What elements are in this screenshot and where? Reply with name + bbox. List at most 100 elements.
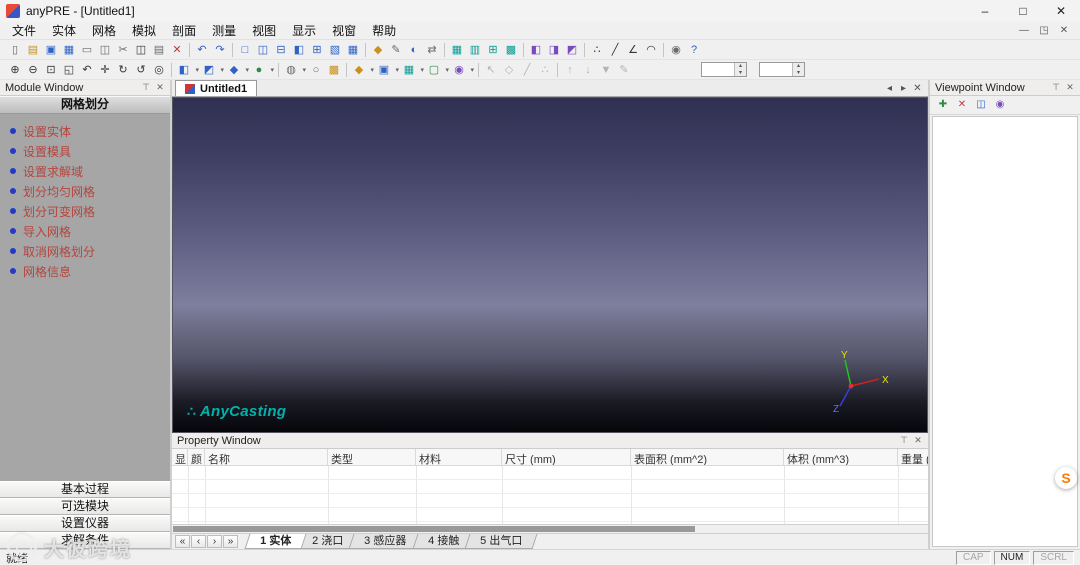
two-view-horizontal-icon[interactable]: ⊟ <box>272 41 290 59</box>
zoom-out-icon[interactable]: ⊖ <box>24 61 42 79</box>
rotate-view-icon[interactable]: ↻ <box>114 61 132 79</box>
tile-windows-icon[interactable]: ▦ <box>344 41 362 59</box>
cut-icon[interactable]: ✂ <box>114 41 132 59</box>
transform-entity-icon[interactable]: ⇄ <box>423 41 441 59</box>
import-mesh-icon[interactable]: ⊞ <box>484 41 502 59</box>
copy-viewpoint-icon[interactable]: ◫ <box>973 97 989 113</box>
four-view-icon[interactable]: ⊞ <box>308 41 326 59</box>
column-header-name[interactable]: 名称 <box>205 449 328 465</box>
filter-icon[interactable]: ▼ <box>597 61 615 79</box>
column-header-type[interactable]: 类型 <box>328 449 416 465</box>
boolean-operation-icon[interactable]: ◐ <box>405 41 423 59</box>
display-mold-icon[interactable]: ▣ <box>375 61 400 79</box>
texture-icon[interactable]: ▩ <box>325 61 343 79</box>
module-item[interactable]: 划分可变网格 <box>0 201 170 221</box>
module-item[interactable]: 设置求解域 <box>0 161 170 181</box>
menu-item[interactable]: 网格 <box>84 22 124 40</box>
zoom-extents-icon[interactable]: ◱ <box>60 61 78 79</box>
overlay-s-badge[interactable]: S <box>1055 467 1077 489</box>
zoom-window-icon[interactable]: ⊡ <box>42 61 60 79</box>
pin-icon[interactable]: ⊤ <box>1049 82 1063 93</box>
next-tab-button[interactable]: › <box>207 535 222 548</box>
single-view-icon[interactable]: □ <box>236 41 254 59</box>
select-face-icon[interactable]: ◇ <box>500 61 518 79</box>
section-x-icon[interactable]: ◧ <box>527 41 545 59</box>
edit-entity-icon[interactable]: ✎ <box>387 41 405 59</box>
module-item[interactable]: 取消网格划分 <box>0 241 170 261</box>
select-vertex-icon[interactable]: ∴ <box>536 61 554 79</box>
menu-item[interactable]: 视图 <box>244 22 284 40</box>
module-bottom-button[interactable]: 求解条件 <box>0 532 170 549</box>
section-z-icon[interactable]: ◩ <box>563 41 581 59</box>
first-tab-button[interactable]: « <box>175 535 190 548</box>
column-header-volume[interactable]: 体积 (mm^3) <box>784 449 898 465</box>
mdi-restore-button[interactable]: ◳ <box>1034 22 1054 40</box>
module-bottom-button[interactable]: 设置仪器 <box>0 515 170 532</box>
display-domain-icon[interactable]: ▢ <box>425 61 450 79</box>
horizontal-scrollbar[interactable] <box>172 524 928 533</box>
column-header-weight[interactable]: 重量 (g) <box>898 449 928 465</box>
tab-scroll-left-icon[interactable]: ◂ <box>883 81 896 96</box>
mdi-close-button[interactable]: ✕ <box>1054 22 1074 40</box>
pin-icon[interactable]: ⊤ <box>139 82 153 93</box>
select-entity-icon[interactable]: ↖ <box>482 61 500 79</box>
close-icon[interactable]: ✕ <box>911 435 925 446</box>
tab-scroll-right-icon[interactable]: ▸ <box>897 81 910 96</box>
measure-line-icon[interactable]: ╱ <box>606 41 624 59</box>
save-icon[interactable]: ▣ <box>42 41 60 59</box>
move-up-icon[interactable]: ↑ <box>561 61 579 79</box>
top-view-icon[interactable]: ◩ <box>200 61 225 79</box>
pan-icon[interactable]: ✛ <box>96 61 114 79</box>
column-header-surface-area[interactable]: 表面积 (mm^2) <box>631 449 784 465</box>
measure-angle-icon[interactable]: ∠ <box>624 41 642 59</box>
center-view-icon[interactable]: ◎ <box>150 61 168 79</box>
module-item[interactable]: 导入网格 <box>0 221 170 241</box>
move-down-icon[interactable]: ↓ <box>579 61 597 79</box>
column-header-color[interactable]: 颜 <box>188 449 205 465</box>
zoom-previous-icon[interactable]: ↶ <box>78 61 96 79</box>
toolbar-spinbox-1[interactable]: ▴ ▾ <box>701 62 747 77</box>
prev-tab-button[interactable]: ‹ <box>191 535 206 548</box>
module-item[interactable]: 网格信息 <box>0 261 170 281</box>
mdi-minimize-button[interactable]: — <box>1014 22 1034 40</box>
zoom-in-icon[interactable]: ⊕ <box>6 61 24 79</box>
spinbox-arrows[interactable]: ▴ ▾ <box>792 63 804 76</box>
snapshot-icon[interactable]: ◉ <box>667 41 685 59</box>
document-tab-untitled1[interactable]: Untitled1 <box>175 80 258 96</box>
close-icon[interactable]: ✕ <box>153 82 167 93</box>
column-header-size[interactable]: 尺寸 (mm) <box>502 449 631 465</box>
two-view-vertical-icon[interactable]: ◫ <box>254 41 272 59</box>
menu-item[interactable]: 帮助 <box>364 22 404 40</box>
new-viewpoint-icon[interactable]: ✚ <box>935 97 951 113</box>
print-icon[interactable]: ▭ <box>78 41 96 59</box>
minimize-button[interactable]: – <box>966 0 1004 22</box>
shade-mode-icon[interactable]: ◍ <box>282 61 307 79</box>
module-bottom-button[interactable]: 可选模块 <box>0 498 170 515</box>
close-icon[interactable]: ✕ <box>1063 82 1077 93</box>
spin-view-icon[interactable]: ↺ <box>132 61 150 79</box>
viewport-3d[interactable]: ∴ AnyCasting Y X Z <box>172 97 928 433</box>
toolbar-spinbox-2[interactable]: ▴ ▾ <box>759 62 805 77</box>
print-preview-icon[interactable]: ◫ <box>96 41 114 59</box>
three-view-icon[interactable]: ◧ <box>290 41 308 59</box>
spin-down-icon[interactable]: ▾ <box>793 70 804 77</box>
column-header-material[interactable]: 材料 <box>416 449 502 465</box>
delete-viewpoint-icon[interactable]: ✕ <box>954 97 970 113</box>
copy-icon[interactable]: ◫ <box>132 41 150 59</box>
cascade-windows-icon[interactable]: ▧ <box>326 41 344 59</box>
redo-icon[interactable]: ↷ <box>211 41 229 59</box>
render-mode-icon[interactable]: ● <box>250 61 275 79</box>
sheet-tab-vent[interactable]: 5 出气口 <box>464 534 538 549</box>
column-header-show[interactable]: 显 <box>172 449 188 465</box>
pin-icon[interactable]: ⊤ <box>897 435 911 446</box>
scrollbar-thumb[interactable] <box>173 526 695 532</box>
variable-mesh-icon[interactable]: ▥ <box>466 41 484 59</box>
spin-down-icon[interactable]: ▾ <box>735 70 746 77</box>
front-view-icon[interactable]: ◧ <box>175 61 200 79</box>
capture-viewpoint-icon[interactable]: ◉ <box>992 97 1008 113</box>
select-edge-icon[interactable]: ╱ <box>518 61 536 79</box>
module-item[interactable]: 设置模具 <box>0 141 170 161</box>
new-file-icon[interactable]: ▯ <box>6 41 24 59</box>
measure-radius-icon[interactable]: ◠ <box>642 41 660 59</box>
menu-item[interactable]: 剖面 <box>164 22 204 40</box>
